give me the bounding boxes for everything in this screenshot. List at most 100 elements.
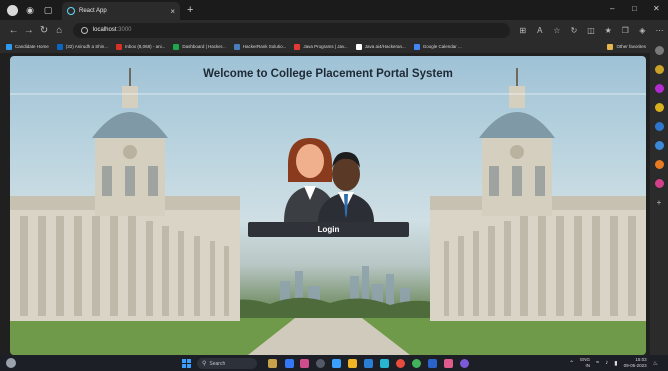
search-icon: ⚲	[202, 361, 207, 367]
new-tab-icon[interactable]: +	[187, 4, 193, 16]
refresh-page-icon[interactable]: ↻	[565, 26, 582, 35]
favorite-item-label: Dashboard | Hacker...	[182, 44, 226, 49]
app-icon[interactable]	[412, 359, 421, 368]
favorite-item[interactable]: Java Programs | Jav...	[294, 43, 348, 50]
minimize-icon[interactable]: –	[610, 4, 614, 13]
app-icon[interactable]	[285, 359, 294, 368]
favorite-item-icon	[173, 43, 180, 50]
favorite-item[interactable]: (32) Anirudh a Shin...	[56, 43, 109, 50]
favorite-item-icon	[6, 43, 12, 50]
app-icon[interactable]	[316, 359, 325, 368]
battery-icon[interactable]: ▮	[614, 360, 617, 367]
login-button[interactable]: Login	[248, 222, 409, 237]
tab-title: React App	[79, 8, 107, 14]
favorite-item[interactable]: HackerRank Solutio...	[233, 43, 287, 50]
refresh-icon[interactable]: ↻	[36, 25, 51, 36]
widget-icon[interactable]	[268, 359, 277, 368]
favorite-star-icon[interactable]: ☆	[548, 26, 565, 35]
taskbar-search[interactable]: ⚲ Search	[197, 358, 257, 369]
notification-bell-icon[interactable]: ♨	[653, 360, 658, 367]
language-indicator[interactable]: ENG IN	[580, 357, 590, 369]
react-icon	[67, 7, 75, 15]
browser-titlebar: ◉ ▢ React App × + – □ ✕	[0, 0, 668, 20]
designer-icon[interactable]	[654, 179, 664, 188]
favorite-item-label: HackerRank Solutio...	[242, 44, 287, 49]
users-icon	[284, 138, 374, 222]
add-sidebar-icon[interactable]: +	[655, 198, 664, 207]
search-sidebar-icon[interactable]	[654, 46, 664, 55]
right-colonnade	[430, 68, 646, 321]
other-favorites-folder[interactable]: Other favorites	[607, 43, 646, 50]
tab-actions-icon[interactable]: ▢	[42, 4, 54, 16]
favorite-item-label: (32) Anirudh a Shin...	[65, 44, 109, 49]
read-aloud-icon[interactable]: A	[531, 26, 548, 35]
more-icon[interactable]: ⋯	[651, 26, 668, 35]
favorite-item-icon	[56, 43, 63, 50]
app-icon[interactable]	[380, 359, 389, 368]
chevron-up-icon[interactable]: ⌃	[569, 360, 574, 367]
favorite-item[interactable]: Java ai4/Hackeran...	[355, 43, 406, 50]
favorite-item-icon	[355, 43, 362, 50]
favorite-item[interactable]: Candidate Home	[6, 43, 49, 50]
favorite-item[interactable]: Google Calendar ...	[413, 43, 462, 50]
start-icon[interactable]	[182, 359, 191, 368]
close-window-icon[interactable]: ✕	[653, 4, 660, 13]
close-tab-icon[interactable]: ×	[170, 7, 175, 16]
favorites-bar: Candidate Home (32) Anirudh a Shin... In…	[0, 40, 650, 53]
games-icon[interactable]	[654, 103, 664, 112]
apps-icon[interactable]: ⊞	[514, 26, 531, 35]
edge-sidebar: +	[650, 40, 668, 355]
url-host: localhost	[92, 27, 117, 33]
favorite-item[interactable]: Inbox (8,068) - ani...	[116, 43, 166, 50]
system-tray: ⌃ ENG IN ≈ ♪ ▮ 15:03 09-05-2023 ♨	[569, 357, 658, 369]
volume-icon[interactable]: ♪	[605, 360, 608, 366]
other-favorites-label: Other favorites	[616, 44, 646, 49]
split-screen-icon[interactable]: ◫	[583, 26, 600, 35]
browser-toolbar: ← → ↻ ⌂ localhost :3000 ⊞ A ☆ ↻ ◫ ★ ❐ ◈ …	[0, 20, 668, 40]
file-explorer-icon[interactable]	[348, 359, 357, 368]
favorite-item-label: Java ai4/Hackeran...	[364, 44, 406, 49]
page-viewport: Welcome to College Placement Portal Syst…	[10, 56, 646, 355]
app-icon[interactable]	[300, 359, 309, 368]
address-bar[interactable]: localhost :3000	[72, 22, 511, 38]
clock[interactable]: 15:03 09-05-2023	[624, 357, 647, 369]
forward-icon[interactable]: →	[21, 25, 36, 36]
workspaces-icon[interactable]: ◉	[24, 4, 36, 16]
language-bottom: IN	[585, 363, 590, 368]
drop-icon[interactable]	[654, 160, 664, 169]
tab-react-app[interactable]: React App ×	[62, 2, 180, 20]
folder-icon	[607, 43, 614, 50]
favorite-item-icon	[233, 43, 240, 50]
maximize-icon[interactable]: □	[632, 4, 637, 13]
home-icon[interactable]: ⌂	[52, 25, 67, 36]
app-icon[interactable]	[364, 359, 373, 368]
vscode-icon[interactable]	[428, 359, 437, 368]
windows-taskbar: ⚲ Search ⌃ ENG IN ≈ ♪ ▮ 15:03 09-05-2023	[0, 355, 668, 371]
favorite-item-label: Candidate Home	[15, 44, 49, 49]
url-port: :3000	[116, 27, 132, 33]
app-icon[interactable]	[444, 359, 453, 368]
app-icon[interactable]	[396, 359, 405, 368]
profile-avatar-icon[interactable]	[7, 4, 18, 16]
shopping-icon[interactable]	[654, 65, 664, 74]
favorite-item[interactable]: Dashboard | Hacker...	[173, 43, 226, 50]
collections-icon[interactable]: ❐	[617, 26, 634, 35]
copilot-icon[interactable]: ◈	[634, 26, 651, 35]
favorite-item-icon	[294, 43, 301, 50]
favorite-item-label: Google Calendar ...	[422, 44, 462, 49]
wifi-icon[interactable]: ≈	[596, 360, 599, 366]
page-title: Welcome to College Placement Portal Syst…	[203, 68, 453, 80]
back-icon[interactable]: ←	[6, 25, 21, 36]
app-icon[interactable]	[460, 359, 469, 368]
office-icon[interactable]	[654, 122, 664, 131]
favorites-icon[interactable]: ★	[600, 26, 617, 35]
edge-icon[interactable]	[332, 359, 341, 368]
left-colonnade	[10, 68, 240, 321]
tools-icon[interactable]	[654, 84, 664, 93]
favorite-item-label: Inbox (8,068) - ani...	[125, 44, 166, 49]
outlook-icon[interactable]	[654, 141, 664, 150]
favorite-item-icon	[116, 43, 123, 50]
site-info-icon[interactable]	[80, 26, 88, 34]
favorite-item-icon	[413, 43, 420, 50]
weather-icon[interactable]	[6, 358, 16, 368]
